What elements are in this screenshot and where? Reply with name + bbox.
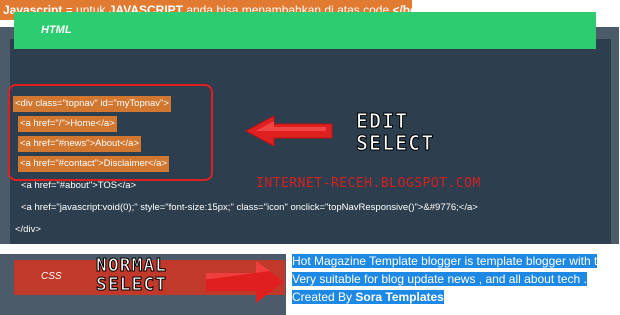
selected-line-1-text: Hot Magazine Template blogger is templat… — [292, 254, 598, 268]
selected-line-3-prefix: Created By — [292, 290, 356, 304]
edit-caption-line2: SELECT — [355, 131, 435, 155]
selected-text-block[interactable]: Hot Magazine Template blogger is templat… — [286, 244, 620, 315]
normal-caption-line1: NORMAL — [95, 255, 168, 276]
css-title: CSS — [41, 271, 62, 282]
edit-caption-line1: EDIT — [355, 109, 409, 133]
code-line-icon-link[interactable]: <a href="javascript:void(0);" style="fon… — [21, 200, 478, 216]
code-line-div-close[interactable]: </div> — [15, 222, 41, 238]
normal-select-caption: NORMAL SELECT — [95, 255, 168, 295]
html-title-bar[interactable]: HTML — [14, 12, 596, 49]
selected-line-3: Created By Sora Templates — [292, 289, 444, 305]
edit-selection-highlight — [8, 84, 213, 181]
edit-select-caption: EDIT SELECT — [355, 109, 435, 155]
selected-line-2-text: Very suitable for blog update news , and… — [292, 272, 587, 286]
normal-caption-line2: SELECT — [95, 274, 168, 295]
selected-line-1: Hot Magazine Template blogger is templat… — [292, 253, 598, 269]
red-arrow-left-icon — [244, 115, 333, 147]
red-arrow-right-icon — [206, 261, 284, 303]
watermark: INTERNET-RECEH.BLOGSPOT.COM — [256, 176, 481, 191]
html-title: HTML — [41, 24, 72, 36]
selected-line-3-brand[interactable]: Sora Templates — [355, 290, 444, 304]
selected-line-2: Very suitable for blog update news , and… — [292, 271, 587, 287]
